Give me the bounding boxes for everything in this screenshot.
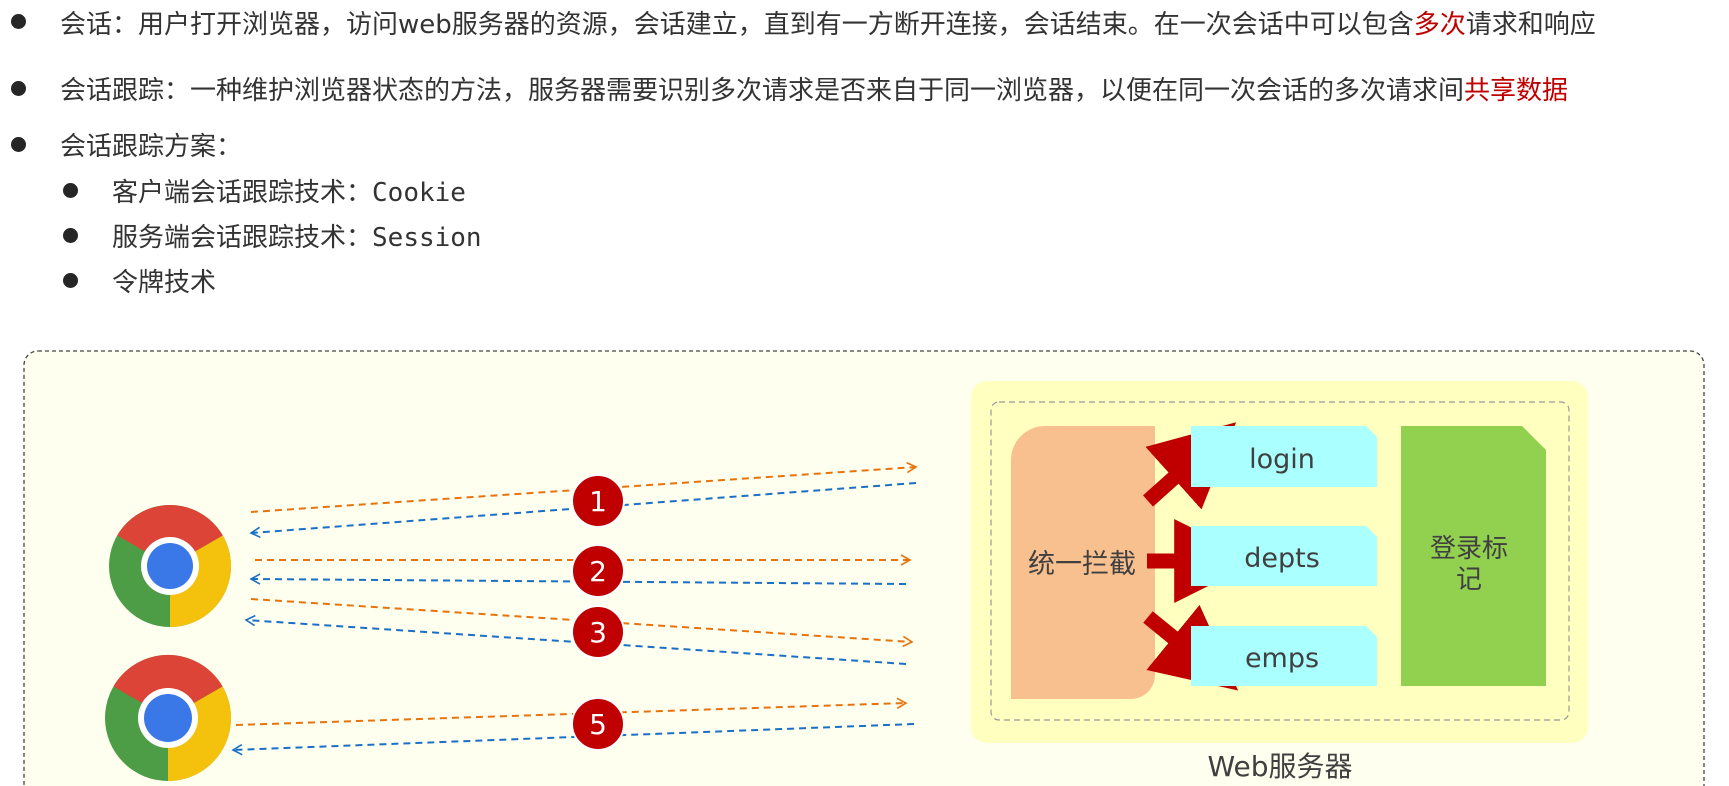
web-server-caption: Web服务器 [1207, 750, 1352, 783]
step-number: 1 [589, 485, 607, 518]
browser-icon [109, 505, 231, 627]
session-diagram: 1 2 3 5 统一拦截 login depts emps 登录标 记 Web服… [23, 350, 1705, 786]
login-flag-label-line1: 登录标 [1430, 534, 1508, 564]
login-flag-label-line2: 记 [1456, 565, 1482, 595]
login-flag: 登录标 记 [1401, 426, 1546, 686]
step-number: 5 [589, 708, 607, 741]
step-number: 3 [589, 616, 607, 649]
resource-emps: emps [1191, 626, 1377, 686]
resource-label: emps [1245, 643, 1319, 674]
resource-login: login [1191, 426, 1377, 487]
step-badge-5: 5 [571, 697, 625, 751]
step-badge-3: 3 [571, 605, 625, 659]
step-badge-1: 1 [571, 474, 625, 528]
resource-depts: depts [1191, 526, 1377, 586]
step-number: 2 [589, 555, 607, 588]
resource-label: depts [1244, 543, 1320, 574]
interceptor-label: 统一拦截 [1028, 549, 1136, 580]
browser-icon [105, 654, 232, 781]
resource-label: login [1249, 444, 1315, 475]
step-badge-2: 2 [571, 544, 625, 598]
